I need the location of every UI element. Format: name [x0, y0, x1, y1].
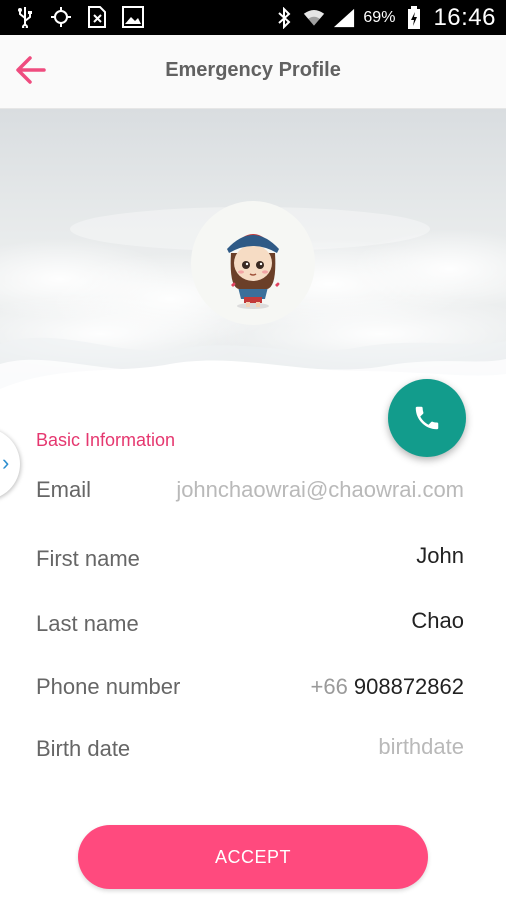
- email-row: Email johnchaowrai@chaowrai.com: [36, 477, 464, 511]
- avatar[interactable]: [191, 201, 315, 325]
- first-name-label: First name: [36, 546, 140, 571]
- gps-icon: [50, 6, 72, 28]
- signal-icon: [333, 7, 355, 29]
- first-name-row: First name John: [36, 543, 464, 580]
- last-name-row: Last name Chao: [36, 608, 464, 645]
- phone-row: Phone number +66 908872862: [36, 674, 464, 708]
- accept-button[interactable]: ACCEPT: [78, 825, 428, 889]
- birth-date-field[interactable]: birthdate: [378, 734, 464, 760]
- status-bar: 69% 16:46: [0, 0, 506, 35]
- call-button[interactable]: [388, 379, 466, 457]
- status-right-icons: 69% 16:46: [273, 0, 496, 35]
- wifi-icon: [303, 7, 325, 29]
- chevron-right-icon: ›: [2, 450, 10, 475]
- last-name-label: Last name: [36, 611, 139, 636]
- cartoon-girl-avatar: [227, 234, 280, 309]
- bluetooth-icon: [273, 6, 295, 29]
- sim-off-icon: [86, 6, 108, 28]
- image-icon: [122, 6, 144, 28]
- country-code[interactable]: +66: [311, 674, 348, 699]
- email-label: Email: [36, 477, 92, 502]
- side-drawer-tab[interactable]: ›: [0, 428, 20, 500]
- app-bar: Emergency Profile: [0, 35, 506, 109]
- page-title: Emergency Profile: [165, 59, 341, 81]
- battery-charging-icon: [403, 5, 425, 29]
- clock: 16:46: [433, 3, 496, 31]
- phone-label: Phone number: [36, 674, 181, 699]
- first-name-field[interactable]: John: [416, 543, 464, 569]
- phone-icon: [415, 406, 439, 430]
- phone-field[interactable]: +66 908872862: [311, 674, 464, 700]
- battery-percent: 69%: [363, 8, 396, 26]
- status-left-icons: [14, 6, 144, 28]
- birth-date-row: Birth date birthdate: [36, 734, 464, 770]
- phone-number-value: 908872862: [353, 674, 464, 699]
- email-field[interactable]: johnchaowrai@chaowrai.com: [176, 477, 464, 503]
- birth-date-label: Birth date: [36, 736, 131, 761]
- section-title: Basic Information: [36, 430, 176, 450]
- last-name-field[interactable]: Chao: [411, 608, 464, 634]
- usb-icon: [14, 6, 36, 28]
